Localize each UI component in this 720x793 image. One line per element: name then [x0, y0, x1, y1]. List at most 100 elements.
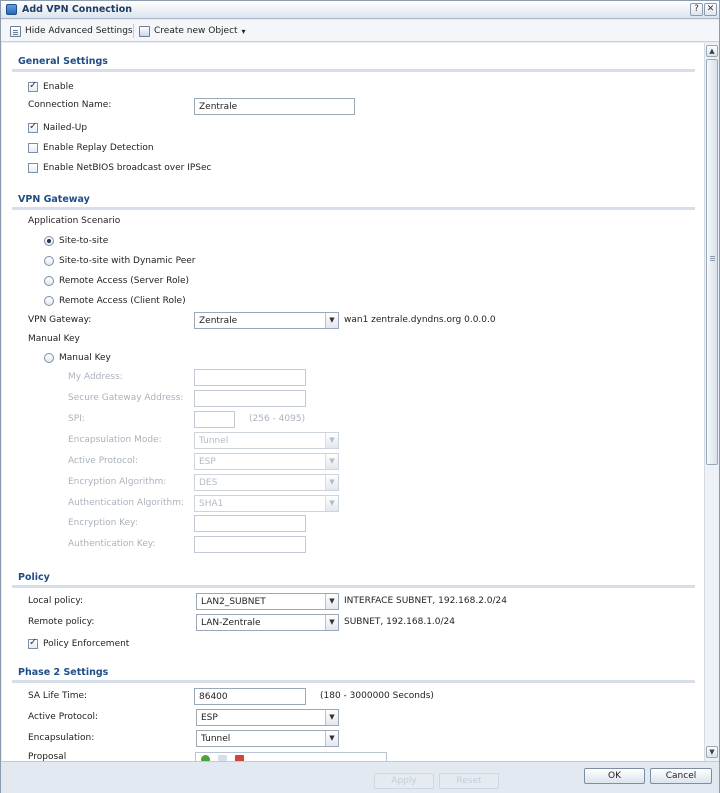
local-policy-value: LAN2_SUBNET [201, 597, 266, 607]
reset-button[interactable]: Reset [439, 773, 499, 789]
ok-button[interactable]: OK [584, 768, 645, 784]
phase2-active-protocol-value: ESP [201, 713, 218, 723]
authentication-algorithm-select[interactable]: SHA1 ▼ [194, 495, 339, 512]
radio-remote-server-label: Remote Access (Server Role) [59, 276, 190, 286]
chevron-down-icon: ▼ [325, 496, 338, 511]
replay-detection-checkbox[interactable] [28, 143, 38, 153]
radio-site-to-site[interactable] [44, 236, 54, 246]
authentication-algorithm-value: SHA1 [199, 499, 224, 509]
remote-policy-label: Remote policy: [28, 617, 95, 627]
encapsulation-value: Tunnel [201, 734, 231, 744]
policy-enforcement-label: Policy Enforcement [43, 639, 130, 649]
encapsulation-mode-value: Tunnel [199, 436, 229, 446]
enable-checkbox[interactable] [28, 80, 38, 92]
active-protocol-label: Active Protocol: [68, 456, 139, 466]
nailed-up-label: Nailed-Up [43, 123, 88, 133]
remote-policy-value: LAN-Zentrale [201, 618, 261, 628]
chevron-down-icon: ▼ [325, 594, 338, 609]
radio-manual-key[interactable] [44, 353, 54, 363]
create-object-icon [139, 25, 150, 37]
encapsulation-label: Encapsulation: [28, 733, 95, 743]
vpn-icon [6, 4, 17, 15]
vpn-gateway-value: Zentrale [199, 316, 238, 326]
section-phase2-title: Phase 2 Settings [18, 667, 109, 678]
nailed-up-checkbox[interactable] [28, 121, 38, 133]
local-policy-label: Local policy: [28, 596, 84, 606]
vpn-gateway-label: VPN Gateway: [28, 315, 92, 325]
phase2-active-protocol-select[interactable]: ESP ▼ [196, 709, 339, 726]
grip-icon [710, 256, 715, 257]
chevron-down-icon: ▼ [325, 615, 338, 630]
chevron-down-icon: ▼ [325, 710, 338, 725]
encryption-algorithm-select[interactable]: DES ▼ [194, 474, 339, 491]
apply-button[interactable]: Apply [374, 773, 434, 789]
policy-enforcement-checkbox[interactable] [28, 637, 38, 649]
manual-key-heading: Manual Key [28, 334, 80, 344]
encapsulation-mode-select[interactable]: Tunnel ▼ [194, 432, 339, 449]
settings-list-icon [10, 25, 21, 37]
chevron-down-icon: ▼ [325, 731, 338, 746]
radio-site-to-site-label: Site-to-site [59, 236, 109, 246]
vpn-gateway-info: wan1 zentrale.dyndns.org 0.0.0.0 [344, 315, 496, 325]
section-divider [12, 585, 695, 588]
chevron-down-icon: ▼ [325, 475, 338, 490]
authentication-key-input[interactable] [194, 536, 306, 553]
netbios-label: Enable NetBIOS broadcast over IPSec [43, 163, 212, 173]
proposal-table [195, 752, 387, 761]
hide-advanced-button[interactable]: Hide Advanced Settings [10, 24, 133, 38]
netbios-checkbox[interactable] [28, 163, 38, 173]
authentication-algorithm-label: Authentication Algorithm: [68, 498, 185, 508]
remote-policy-select[interactable]: LAN-Zentrale ▼ [196, 614, 339, 631]
local-policy-select[interactable]: LAN2_SUBNET ▼ [196, 593, 339, 610]
scroll-thumb[interactable] [706, 59, 718, 465]
cancel-button[interactable]: Cancel [650, 768, 712, 784]
toolbar: Hide Advanced Settings Create new Object… [1, 20, 719, 42]
my-address-label: My Address: [68, 372, 123, 382]
phase2-active-protocol-label: Active Protocol: [28, 712, 99, 722]
active-protocol-value: ESP [199, 457, 216, 467]
window-title: Add VPN Connection [22, 4, 133, 15]
authentication-key-label: Authentication Key: [68, 539, 156, 549]
encryption-algorithm-label: Encryption Algorithm: [68, 477, 167, 487]
vertical-scrollbar[interactable]: ▲ ▼ [704, 43, 718, 761]
secure-gateway-input[interactable] [194, 390, 306, 407]
vpn-gateway-select[interactable]: Zentrale ▼ [194, 312, 339, 329]
secure-gateway-label: Secure Gateway Address: [68, 393, 184, 403]
section-general-title: General Settings [18, 56, 108, 67]
encryption-key-input[interactable] [194, 515, 306, 532]
enable-label: Enable [43, 82, 74, 92]
chevron-down-icon: ▼ [325, 433, 338, 448]
scroll-down-icon[interactable]: ▼ [706, 746, 718, 758]
radio-remote-server[interactable] [44, 276, 54, 286]
encapsulation-select[interactable]: Tunnel ▼ [196, 730, 339, 747]
sa-life-time-range: (180 - 3000000 Seconds) [320, 691, 434, 701]
active-protocol-select[interactable]: ESP ▼ [194, 453, 339, 470]
toolbar-divider [133, 24, 134, 38]
spi-label: SPI: [68, 414, 85, 424]
spi-input[interactable] [194, 411, 235, 428]
dialog-footer: Apply Reset OK Cancel [1, 761, 719, 793]
create-object-button[interactable]: Create new Object ▾ [139, 24, 246, 38]
create-object-label: Create new Object [154, 26, 238, 36]
radio-dynamic-peer-label: Site-to-site with Dynamic Peer [59, 256, 196, 266]
hide-advanced-label: Hide Advanced Settings [25, 26, 133, 36]
connection-name-input[interactable] [194, 98, 355, 115]
section-divider [12, 680, 695, 683]
scroll-up-icon[interactable]: ▲ [706, 45, 718, 57]
spi-range: (256 - 4095) [249, 414, 306, 424]
local-policy-info: INTERFACE SUBNET, 192.168.2.0/24 [344, 596, 507, 606]
encapsulation-mode-label: Encapsulation Mode: [68, 435, 162, 445]
close-button[interactable]: ✕ [704, 3, 717, 16]
encryption-key-label: Encryption Key: [68, 518, 138, 528]
title-bar: Add VPN Connection ? ✕ [1, 1, 719, 19]
sa-life-time-input[interactable] [194, 688, 306, 705]
form-content: General Settings Enable Connection Name:… [2, 43, 704, 761]
proposal-label: Proposal [28, 752, 67, 761]
radio-remote-client[interactable] [44, 296, 54, 306]
connection-name-label: Connection Name: [28, 100, 112, 110]
section-policy-title: Policy [18, 572, 50, 583]
radio-dynamic-peer[interactable] [44, 256, 54, 266]
chevron-down-icon: ▼ [325, 313, 338, 328]
help-button[interactable]: ? [690, 3, 703, 16]
my-address-input[interactable] [194, 369, 306, 386]
